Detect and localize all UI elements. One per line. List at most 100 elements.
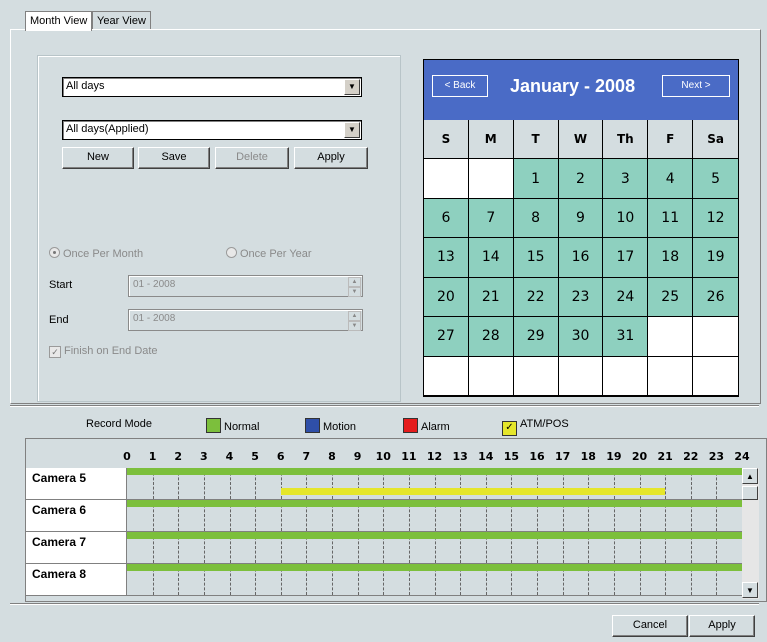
calendar-day[interactable]: 13 — [424, 238, 469, 278]
start-label: Start — [49, 279, 73, 291]
hour-tick-label: 11 — [401, 450, 417, 463]
weekday-header: Th — [603, 120, 649, 160]
tab-month-view[interactable]: Month View — [25, 11, 93, 31]
calendar-day[interactable]: 1 — [513, 159, 559, 199]
camera-track[interactable] — [127, 500, 742, 532]
calendar-day[interactable]: 26 — [693, 277, 738, 318]
once-per-month-radio[interactable]: Once Per Month — [49, 247, 143, 260]
weekday-header: T — [513, 120, 559, 160]
calendar-day[interactable]: 5 — [693, 159, 738, 199]
weekday-header: M — [468, 120, 514, 160]
calendar-day[interactable]: 10 — [603, 198, 649, 239]
finish-on-end-date-checkbox[interactable]: ✓ Finish on End Date — [49, 345, 158, 358]
calendar-day[interactable]: 8 — [513, 198, 559, 239]
calendar-next-button[interactable]: Next > — [662, 75, 730, 97]
hour-tick-label: 20 — [631, 450, 648, 463]
calendar-day[interactable]: 23 — [558, 277, 604, 318]
camera-row[interactable]: Camera 7 — [26, 532, 742, 564]
calendar-day[interactable]: 2 — [558, 159, 604, 199]
camera-track[interactable] — [127, 564, 742, 596]
end-label: End — [49, 314, 69, 326]
calendar-day[interactable]: 6 — [424, 198, 469, 239]
day-filter-select[interactable]: All days ▼ — [62, 77, 362, 97]
normal-record-bar[interactable] — [127, 564, 742, 571]
calendar-day[interactable]: 25 — [648, 277, 694, 318]
hour-tick-label: 9 — [353, 450, 362, 463]
footer-apply-button[interactable]: Apply — [689, 615, 755, 637]
timeline-scrollbar[interactable]: ▲ ▼ — [742, 468, 759, 599]
cancel-button[interactable]: Cancel — [612, 615, 688, 637]
scroll-up-icon[interactable]: ▲ — [742, 468, 758, 484]
calendar-day[interactable]: 24 — [603, 277, 649, 318]
scroll-down-icon[interactable]: ▼ — [742, 582, 758, 598]
weekday-header: S — [424, 120, 469, 160]
spin-down-icon[interactable]: ▼ — [348, 321, 361, 331]
delete-button[interactable]: Delete — [215, 147, 289, 169]
legend-atm-pos[interactable]: ✓ ATM/POS — [502, 418, 569, 436]
day-filter-value: All days — [66, 80, 105, 92]
calendar-empty-cell — [424, 356, 469, 396]
scroll-thumb[interactable] — [742, 486, 758, 500]
calendar-day[interactable]: 17 — [603, 238, 649, 278]
calendar-day[interactable]: 7 — [468, 198, 514, 239]
atm-checkbox-icon[interactable]: ✓ — [502, 421, 517, 436]
camera-track[interactable] — [127, 532, 742, 564]
calendar-day[interactable]: 29 — [513, 317, 559, 357]
calendar-day[interactable]: 30 — [558, 317, 604, 357]
footer-divider — [10, 603, 759, 605]
normal-record-bar[interactable] — [127, 500, 742, 507]
tab-year-view[interactable]: Year View — [92, 11, 151, 30]
calendar-day[interactable]: 14 — [468, 238, 514, 278]
calendar-day[interactable]: 11 — [648, 198, 694, 239]
hour-tick-label: 10 — [375, 450, 391, 463]
normal-record-bar[interactable] — [127, 468, 742, 475]
apply-button[interactable]: Apply — [294, 147, 368, 169]
calendar-day[interactable]: 21 — [468, 277, 514, 318]
start-month-spinner[interactable]: 01 - 2008 ▲ ▼ — [128, 275, 363, 297]
chevron-down-icon[interactable]: ▼ — [344, 122, 360, 138]
calendar-empty-cell — [468, 159, 514, 199]
calendar-day[interactable]: 3 — [603, 159, 649, 199]
month-calendar: < Back January - 2008 Next > S M T W Th F Sa 1 2… — [423, 59, 739, 397]
start-value: 01 - 2008 — [133, 279, 176, 290]
calendar-back-button[interactable]: < Back — [432, 75, 488, 97]
hour-tick-label: 3 — [200, 450, 208, 463]
calendar-day[interactable]: 28 — [468, 317, 514, 357]
camera-name: Camera 7 — [26, 532, 127, 564]
new-button[interactable]: New — [62, 147, 134, 169]
end-month-spinner[interactable]: 01 - 2008 ▲ ▼ — [128, 309, 363, 331]
calendar-empty-cell — [424, 159, 469, 199]
calendar-day[interactable]: 19 — [693, 238, 738, 278]
spin-up-icon[interactable]: ▲ — [348, 277, 361, 287]
once-per-year-radio[interactable]: Once Per Year — [226, 247, 312, 260]
applied-days-select[interactable]: All days(Applied) ▼ — [62, 120, 362, 140]
calendar-empty-cell — [693, 356, 738, 396]
hour-tick-label: 8 — [328, 450, 336, 463]
hour-tick-label: 17 — [554, 450, 571, 463]
calendar-day[interactable]: 18 — [648, 238, 694, 278]
hour-tick-label: 19 — [606, 450, 622, 463]
hour-tick-label: 12 — [426, 450, 443, 463]
spin-up-icon[interactable]: ▲ — [348, 311, 361, 321]
spin-down-icon[interactable]: ▼ — [348, 287, 361, 297]
camera-name-text: Camera 8 — [32, 567, 87, 581]
camera-name: Camera 6 — [26, 500, 127, 532]
normal-record-bar[interactable] — [127, 532, 742, 539]
camera-row[interactable]: Camera 8 — [26, 564, 742, 596]
save-button[interactable]: Save — [138, 147, 210, 169]
calendar-day[interactable]: 12 — [693, 198, 738, 239]
calendar-day[interactable]: 15 — [513, 238, 559, 278]
chevron-down-icon[interactable]: ▼ — [344, 79, 360, 95]
calendar-day[interactable]: 22 — [513, 277, 559, 318]
calendar-day[interactable]: 16 — [558, 238, 604, 278]
calendar-day[interactable]: 31 — [603, 317, 649, 357]
atm-record-bar[interactable] — [280, 488, 666, 495]
camera-name: Camera 8 — [26, 564, 127, 596]
calendar-day[interactable]: 27 — [424, 317, 469, 357]
camera-track[interactable] — [127, 468, 742, 500]
camera-row[interactable]: Camera 6 — [26, 500, 742, 532]
calendar-day[interactable]: 9 — [558, 198, 604, 239]
calendar-day[interactable]: 20 — [424, 277, 469, 318]
camera-row[interactable]: Camera 5 — [26, 468, 742, 500]
calendar-day[interactable]: 4 — [648, 159, 694, 199]
